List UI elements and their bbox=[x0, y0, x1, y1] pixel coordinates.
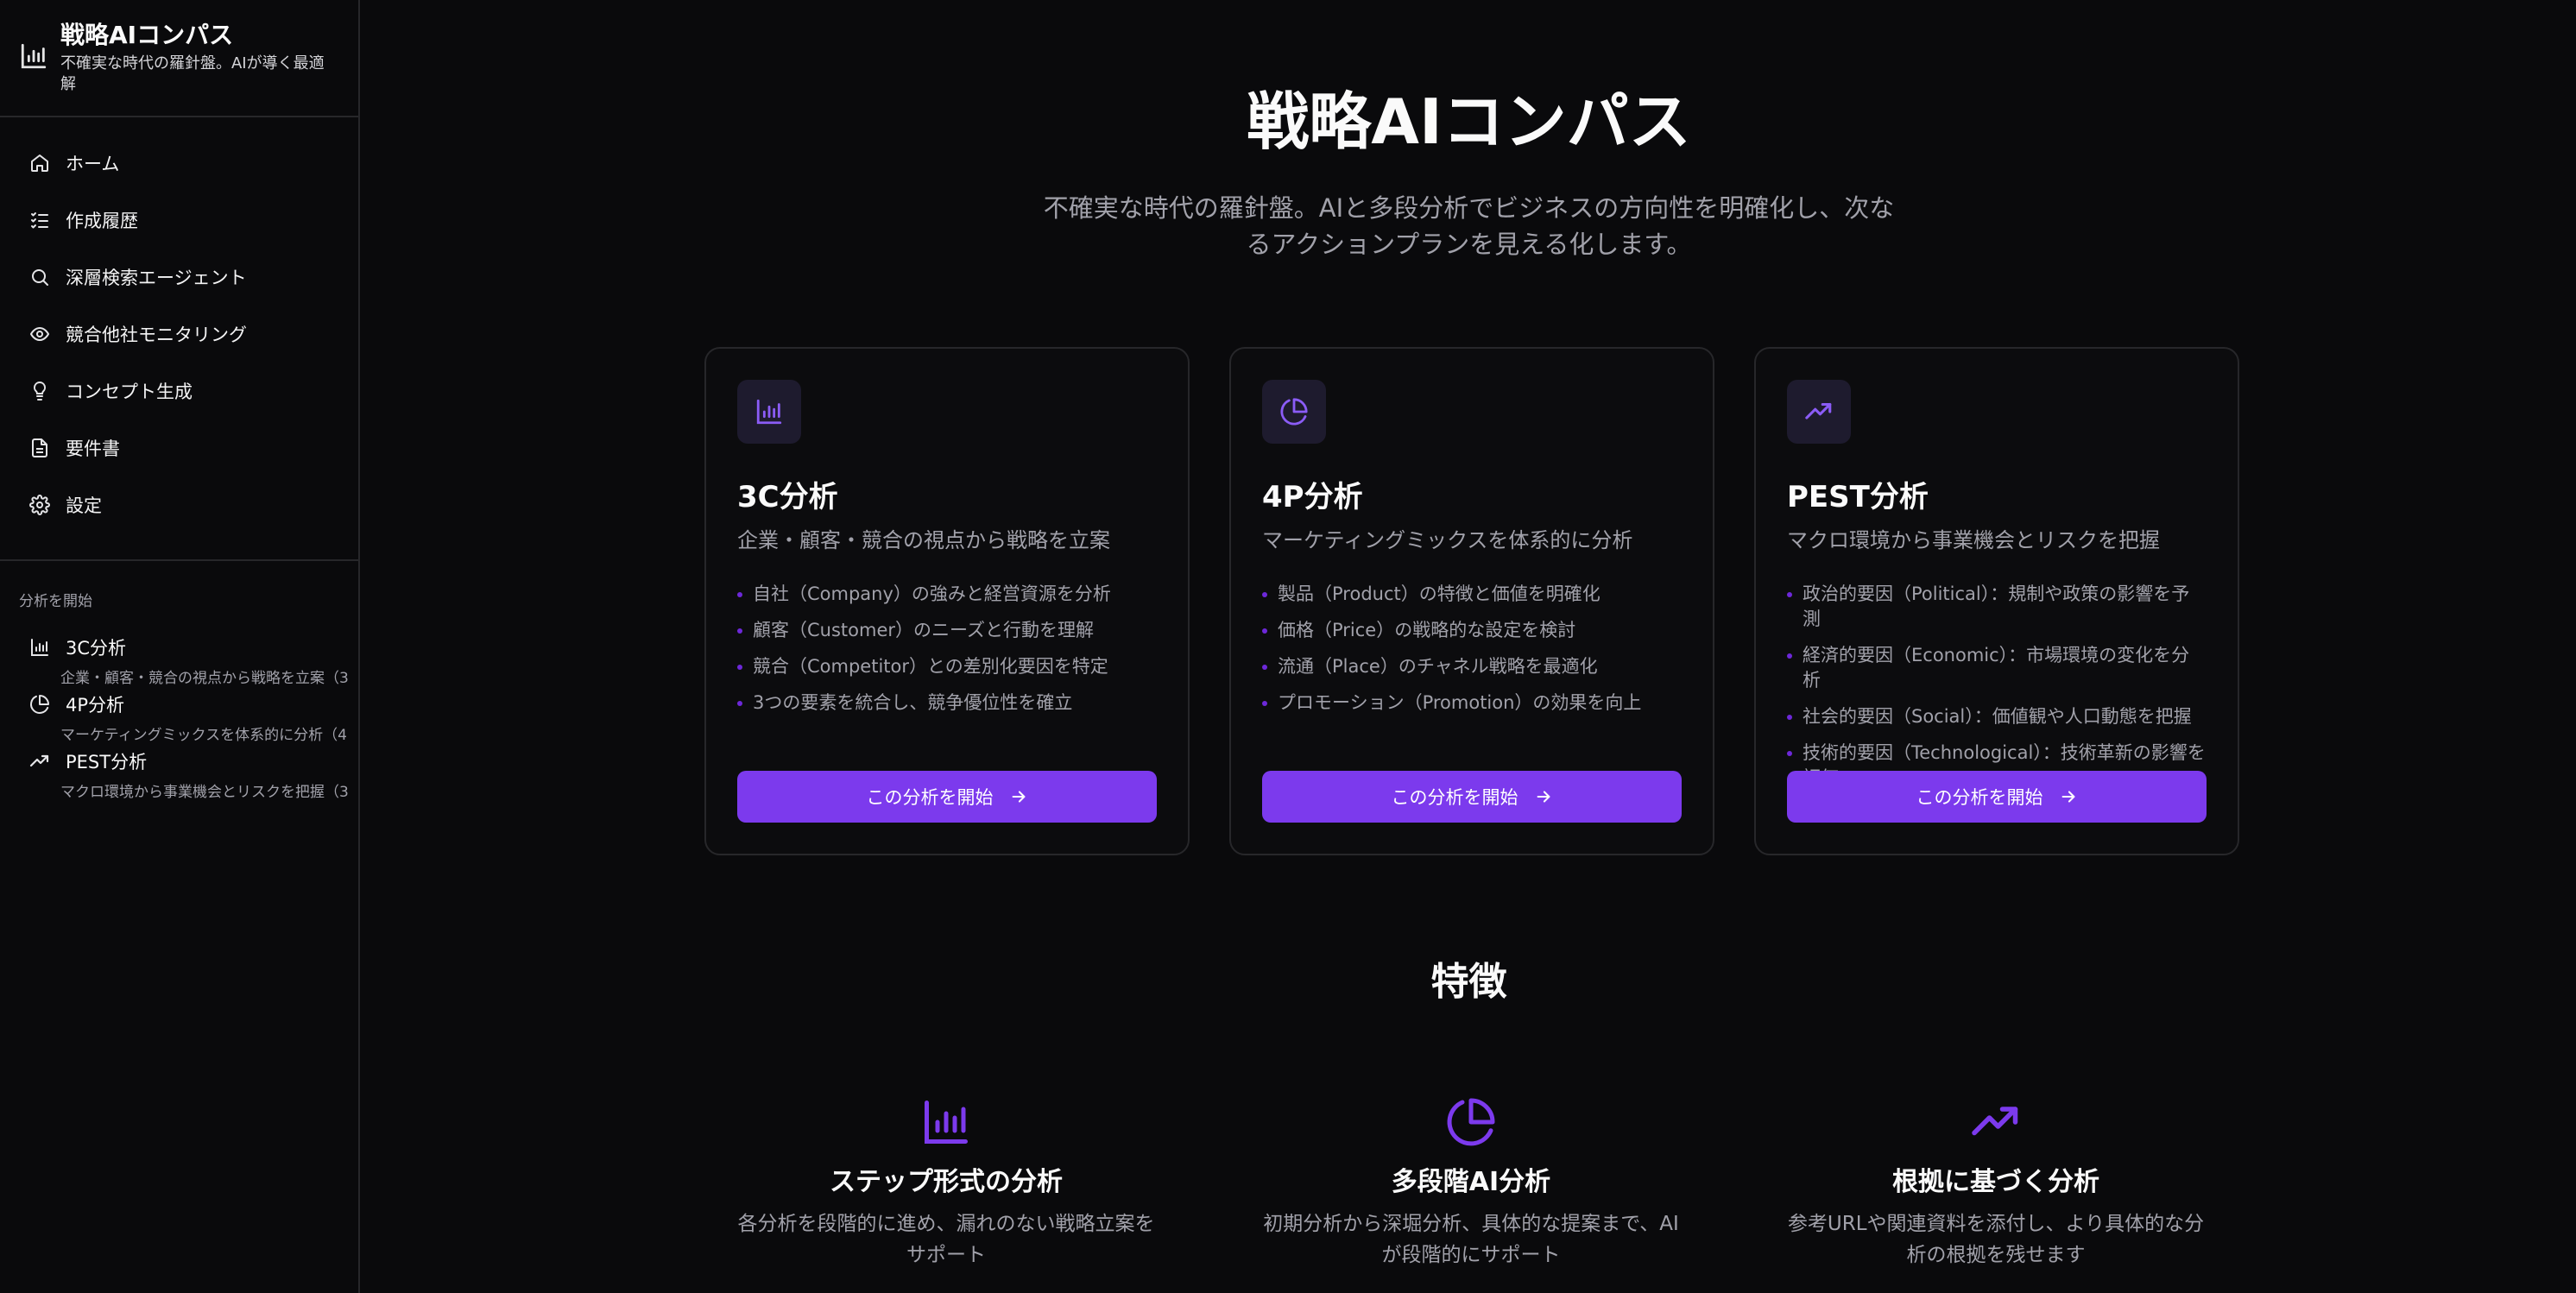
sidebar-item-settings[interactable]: 設定 bbox=[0, 476, 358, 533]
main-content: 戦略AIコンパス 不確実な時代の羅針盤。AIと多段分析でビジネスの方向性を明確化… bbox=[362, 0, 2576, 1293]
sidebar-item-label: 4P分析 bbox=[66, 695, 125, 716]
card-bullet: 価格（Price）の戦略的な設定を検討 bbox=[1262, 618, 1682, 643]
trending-up-icon bbox=[1970, 1096, 2022, 1148]
card-subtitle: マーケティングミックスを体系的に分析 bbox=[1262, 528, 1633, 552]
brand[interactable]: 戦略AIコンパス 不確実な時代の羅針盤。AIが導く最適解 bbox=[0, 0, 358, 116]
feature-desc: 各分析を段階的に進め、漏れのない戦略立案をサポート bbox=[737, 1213, 1155, 1266]
card-icon-box bbox=[1787, 380, 1851, 444]
start-analysis-button[interactable]: この分析を開始 bbox=[1262, 771, 1682, 823]
gear-icon bbox=[29, 495, 50, 515]
pie-chart-icon bbox=[29, 694, 50, 715]
feature-title: 根拠に基づく分析 bbox=[1892, 1167, 2099, 1197]
arrow-right-icon bbox=[1009, 787, 1028, 806]
eye-icon bbox=[29, 326, 50, 342]
sidebar-item-desc: マーケティングミックスを体系的に分析（4 bbox=[60, 727, 347, 744]
sidebar-item-3c[interactable]: 3C分析 企業・顧客・競合の視点から戦略を立案（3 bbox=[0, 634, 358, 691]
lightbulb-icon bbox=[33, 381, 47, 401]
sidebar-nav: ホーム 作成履歴 深層検索エージェント 競合他社モニタリング コンセプト生成 要… bbox=[0, 117, 358, 559]
card-title: 4P分析 bbox=[1262, 480, 1363, 514]
bar-chart-icon bbox=[29, 637, 50, 658]
feature-desc: 初期分析から深堀分析、具体的な提案まで、AIが段階的にサポート bbox=[1263, 1213, 1679, 1266]
card-bullet: プロモーション（Promotion）の効果を向上 bbox=[1262, 691, 1682, 716]
sidebar-item-history[interactable]: 作成履歴 bbox=[0, 192, 358, 249]
feature-item: 根拠に基づく分析 参考URLや関連資料を添付し、より具体的な分析の根拠を残せます bbox=[1780, 1096, 2212, 1271]
list-check-icon bbox=[31, 212, 48, 229]
sidebar-item-label: 設定 bbox=[66, 495, 102, 516]
feature-desc: 参考URLや関連資料を添付し、より具体的な分析の根拠を残せます bbox=[1787, 1213, 2205, 1266]
features-title: 特徴 bbox=[1430, 960, 1507, 1004]
sidebar-item-requirements[interactable]: 要件書 bbox=[0, 419, 358, 476]
card-subtitle: 企業・顧客・競合の視点から戦略を立案 bbox=[737, 528, 1110, 552]
analysis-card-4p: 4P分析 マーケティングミックスを体系的に分析 製品（Product）の特徴と価… bbox=[1229, 347, 1714, 855]
card-bullet: 流通（Place）のチャネル戦略を最適化 bbox=[1262, 654, 1682, 679]
feature-title: ステップ形式の分析 bbox=[830, 1167, 1063, 1197]
document-icon bbox=[32, 438, 47, 457]
sidebar-item-label: 要件書 bbox=[66, 438, 120, 459]
card-bullet: 3つの要素を統合し、競争優位性を確立 bbox=[737, 691, 1157, 716]
card-icon-box bbox=[737, 380, 801, 444]
feature-icon-box bbox=[1970, 1096, 2022, 1148]
trending-up-icon bbox=[1804, 397, 1834, 426]
sidebar: 戦略AIコンパス 不確実な時代の羅針盤。AIが導く最適解 ホーム 作成履歴 深層… bbox=[0, 0, 360, 1293]
bar-chart-icon bbox=[920, 1096, 972, 1148]
analysis-card-3c: 3C分析 企業・顧客・競合の視点から戦略を立案 自社（Company）の強みと経… bbox=[704, 347, 1190, 855]
search-icon bbox=[32, 269, 48, 286]
card-title: PEST分析 bbox=[1787, 480, 1929, 514]
sidebar-item-concept[interactable]: コンセプト生成 bbox=[0, 363, 358, 419]
card-bullets: 政治的要因（Political）：規制や政策の影響を予測 経済的要因（Econo… bbox=[1787, 582, 2207, 791]
sidebar-section-label: 分析を開始 bbox=[19, 593, 92, 610]
card-bullets: 自社（Company）の強みと経営資源を分析 顧客（Customer）のニーズと… bbox=[737, 582, 1157, 716]
card-subtitle: マクロ環境から事業機会とリスクを把握 bbox=[1787, 528, 2160, 552]
start-analysis-button[interactable]: この分析を開始 bbox=[737, 771, 1157, 823]
feature-item: ステップ形式の分析 各分析を段階的に進め、漏れのない戦略立案をサポート bbox=[730, 1096, 1162, 1271]
sidebar-item-label: コンセプト生成 bbox=[66, 382, 193, 402]
sidebar-item-deep-search[interactable]: 深層検索エージェント bbox=[0, 249, 358, 306]
card-bullet: 顧客（Customer）のニーズと行動を理解 bbox=[737, 618, 1157, 643]
card-bullet: 製品（Product）の特徴と価値を明確化 bbox=[1262, 582, 1682, 607]
arrow-right-icon bbox=[1534, 787, 1553, 806]
sidebar-item-4p[interactable]: 4P分析 マーケティングミックスを体系的に分析（4 bbox=[0, 691, 358, 748]
trending-up-icon bbox=[29, 751, 50, 772]
card-bullet: 自社（Company）の強みと経営資源を分析 bbox=[737, 582, 1157, 607]
sidebar-item-pest[interactable]: PEST分析 マクロ環境から事業機会とリスクを把握（3 bbox=[0, 748, 358, 805]
feature-title: 多段階AI分析 bbox=[1391, 1167, 1551, 1197]
card-bullets: 製品（Product）の特徴と価値を明確化 価格（Price）の戦略的な設定を検… bbox=[1262, 582, 1682, 716]
arrow-right-icon bbox=[2059, 787, 2078, 806]
sidebar-item-label: PEST分析 bbox=[66, 752, 148, 773]
feature-icon-box bbox=[920, 1096, 972, 1148]
card-bullet: 政治的要因（Political）：規制や政策の影響を予測 bbox=[1787, 582, 2207, 632]
sidebar-item-desc: 企業・顧客・競合の視点から戦略を立案（3 bbox=[60, 670, 349, 687]
bar-chart-icon bbox=[754, 397, 784, 426]
app-subtitle: 不確実な時代の羅針盤。AIが導く最適解 bbox=[60, 54, 325, 93]
sidebar-item-desc: マクロ環境から事業機会とリスクを把握（3 bbox=[60, 784, 349, 801]
card-title: 3C分析 bbox=[737, 480, 838, 514]
card-icon-box bbox=[1262, 380, 1326, 444]
page-title: 戦略AIコンパス bbox=[1247, 85, 1691, 158]
home-icon bbox=[31, 155, 48, 172]
card-bullet: 競合（Competitor）との差別化要因を特定 bbox=[737, 654, 1157, 679]
sidebar-item-label: 3C分析 bbox=[66, 638, 127, 659]
start-analysis-button[interactable]: この分析を開始 bbox=[1787, 771, 2207, 823]
card-bullet: 社会的要因（Social）：価値観や人口動態を把握 bbox=[1787, 704, 2207, 729]
card-bullet: 経済的要因（Economic）：市場環境の変化を分析 bbox=[1787, 643, 2207, 693]
analysis-card-pest: PEST分析 マクロ環境から事業機会とリスクを把握 政治的要因（Politica… bbox=[1754, 347, 2239, 855]
page-subtitle: 不確実な時代の羅針盤。AIと多段分析でビジネスの方向性を明確化し、次なるアクショ… bbox=[1043, 193, 1895, 259]
feature-item: 多段階AI分析 初期分析から深堀分析、具体的な提案まで、AIが段階的にサポート bbox=[1255, 1096, 1687, 1271]
sidebar-item-label: 作成履歴 bbox=[66, 211, 138, 231]
button-label: この分析を開始 bbox=[1391, 787, 1518, 808]
sidebar-item-home[interactable]: ホーム bbox=[0, 135, 358, 192]
bar-chart-icon bbox=[19, 41, 48, 71]
app-title: 戦略AIコンパス bbox=[60, 21, 234, 49]
sidebar-item-label: ホーム bbox=[66, 154, 120, 174]
pie-chart-icon bbox=[1279, 397, 1309, 426]
button-label: この分析を開始 bbox=[1916, 787, 2043, 808]
sidebar-item-label: 深層検索エージェント bbox=[66, 268, 247, 288]
pie-chart-icon bbox=[1445, 1096, 1497, 1148]
feature-icon-box bbox=[1445, 1096, 1497, 1148]
sidebar-item-label: 競合他社モニタリング bbox=[66, 325, 247, 345]
button-label: この分析を開始 bbox=[866, 787, 994, 808]
sidebar-item-competitor-monitoring[interactable]: 競合他社モニタリング bbox=[0, 306, 358, 363]
